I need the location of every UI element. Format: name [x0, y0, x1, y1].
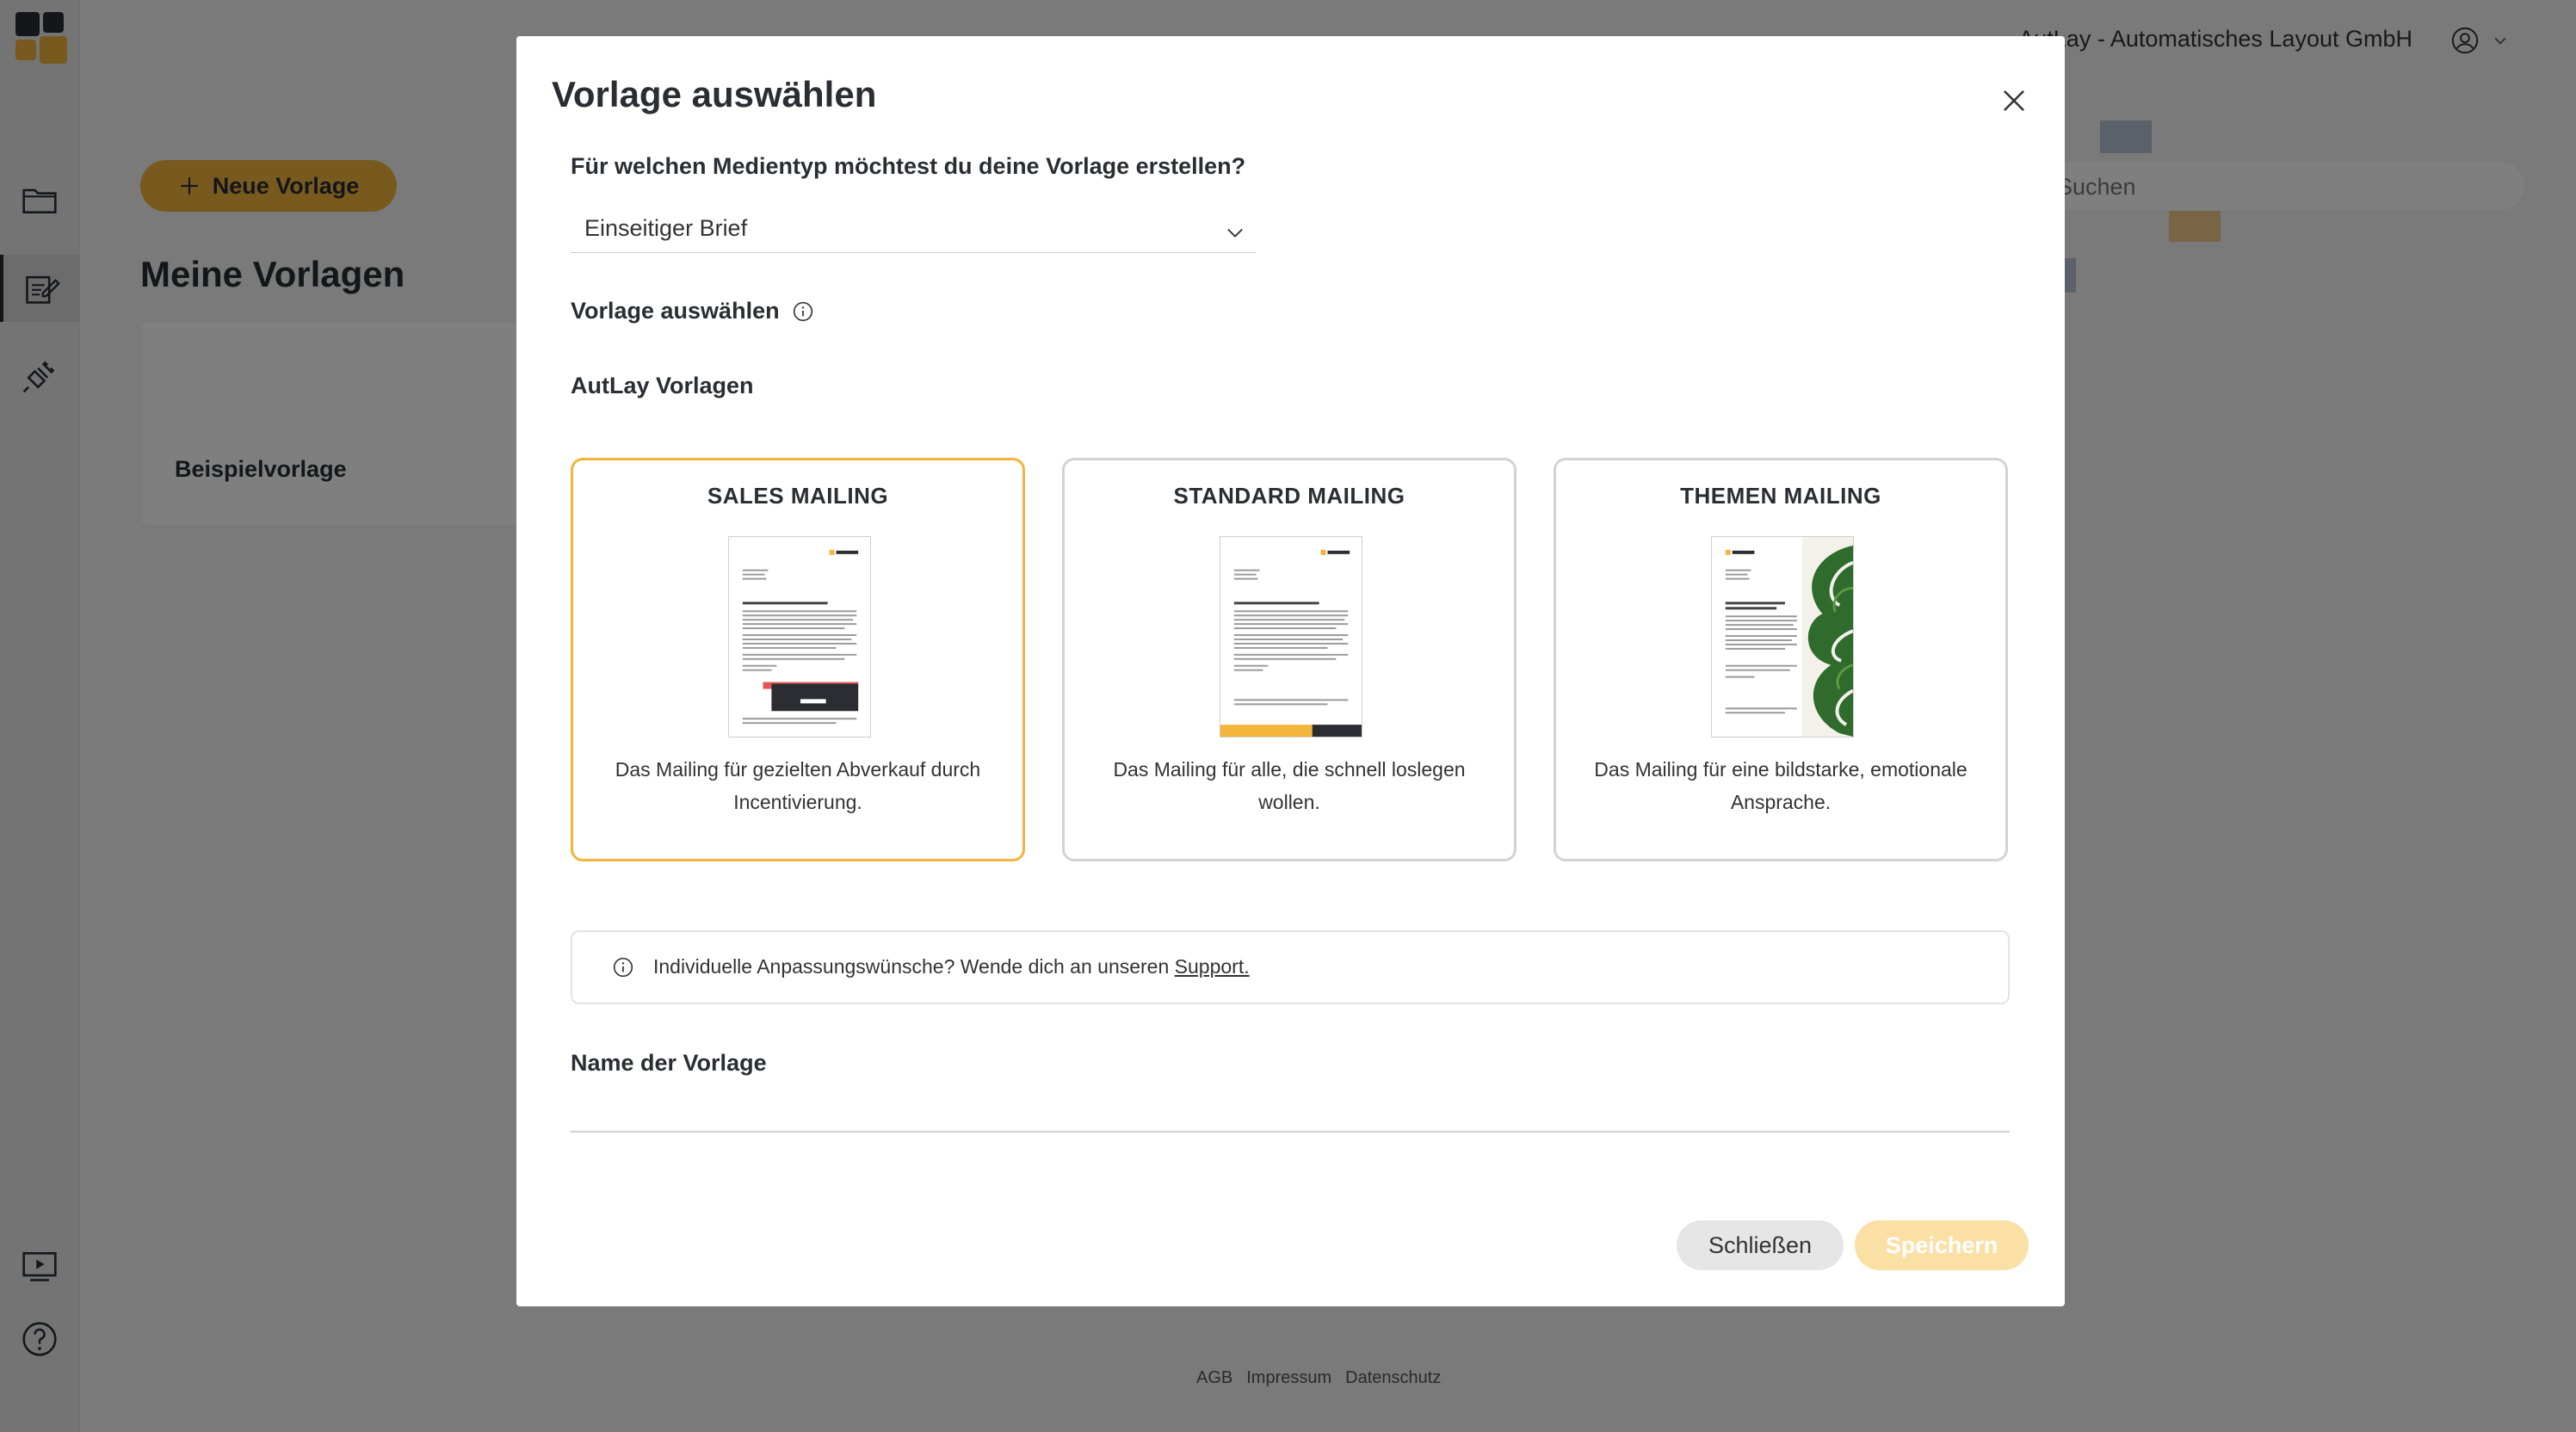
template-preview-thumbnail — [728, 536, 871, 738]
info-icon[interactable] — [792, 300, 814, 323]
template-preview-thumbnail — [1220, 536, 1362, 738]
autlay-templates-heading: AutLay Vorlagen — [571, 373, 754, 398]
template-description: Das Mailing für alle, die schnell losleg… — [1113, 758, 1466, 813]
media-type-select[interactable]: Einseitiger Brief — [571, 208, 1256, 253]
template-card-sales-mailing[interactable]: SALES MAILING Das Mailing für gezielten … — [571, 458, 1025, 861]
support-info-box: Individuelle Anpassungswünsche? Wende di… — [571, 930, 2010, 1004]
template-name: STANDARD MAILING — [1173, 483, 1405, 509]
template-description: Das Mailing für gezielten Abverkauf durc… — [615, 758, 981, 813]
template-card-standard-mailing[interactable]: STANDARD MAILING Das Mailing für alle, d… — [1062, 458, 1517, 861]
support-info-text: Individuelle Anpassungswünsche? Wende di… — [653, 955, 1250, 978]
info-icon — [613, 957, 633, 978]
save-button[interactable]: Speichern — [1855, 1220, 2029, 1270]
chevron-down-icon — [1227, 228, 1243, 238]
template-preview-thumbnail — [1711, 536, 1854, 738]
template-name-input[interactable] — [571, 1084, 2010, 1133]
support-info-message: Individuelle Anpassungswünsche? Wende di… — [653, 955, 1170, 978]
template-name-label: Name der Vorlage — [571, 1050, 767, 1076]
template-description: Das Mailing für eine bildstarke, emotion… — [1594, 758, 1968, 813]
media-type-question: Für welchen Medientyp möchtest du deine … — [571, 153, 1246, 179]
select-template-label: Vorlage auswählen — [571, 298, 780, 324]
close-button[interactable]: Schließen — [1677, 1220, 1844, 1270]
template-name: SALES MAILING — [707, 483, 889, 509]
close-icon[interactable] — [1998, 84, 2030, 117]
template-name: THEMEN MAILING — [1680, 483, 1881, 509]
select-template-dialog: Vorlage auswählen Für welchen Medientyp … — [516, 36, 2065, 1306]
media-type-value: Einseitiger Brief — [584, 215, 748, 241]
template-card-themen-mailing[interactable]: THEMEN MAILING Das Mailing für eine bild… — [1554, 458, 2008, 861]
select-template-heading: Vorlage auswählen — [571, 298, 814, 324]
dialog-title: Vorlage auswählen — [552, 74, 877, 114]
support-link[interactable]: Support. — [1175, 955, 1250, 978]
